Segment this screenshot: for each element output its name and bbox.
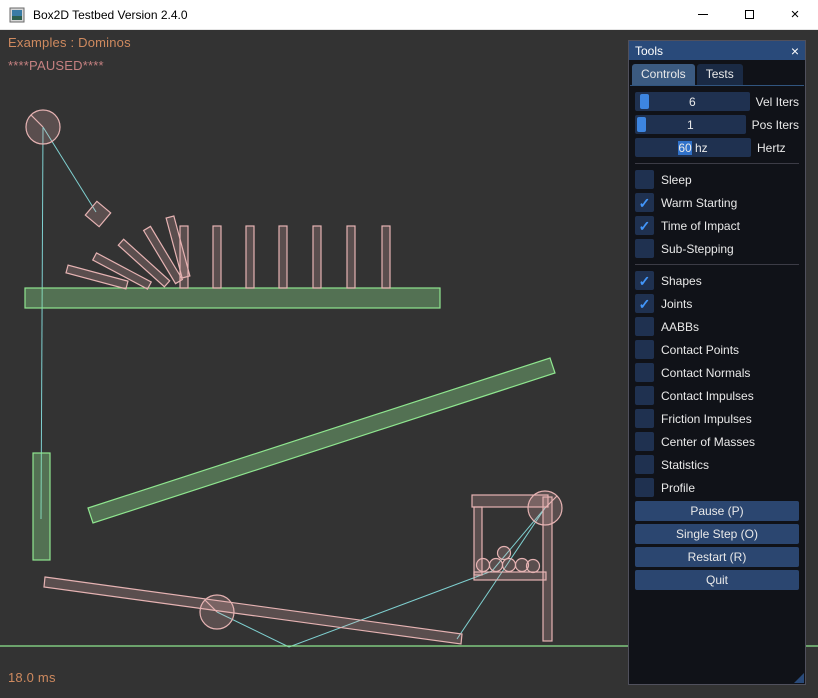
checkbox-row-profile[interactable]: ✓ Profile <box>635 478 799 497</box>
checkbox-row-contact-points[interactable]: ✓ Contact Points <box>635 340 799 359</box>
vel-iters-row: 6 Vel Iters <box>635 92 799 111</box>
checkbox[interactable]: ✓ <box>635 193 654 212</box>
tools-tabbar: Controls Tests <box>630 60 804 86</box>
domino-shelf <box>25 288 440 308</box>
tools-close-icon[interactable]: × <box>791 44 799 58</box>
check-icon: ✓ <box>639 196 651 210</box>
checkbox-row-shapes[interactable]: ✓ Shapes <box>635 271 799 290</box>
frame-shelf <box>474 572 546 580</box>
checkbox[interactable]: ✓ <box>635 432 654 451</box>
pos-iters-value: 1 <box>687 118 694 132</box>
checkbox[interactable]: ✓ <box>635 317 654 336</box>
hanging-box <box>85 201 110 226</box>
tools-titlebar[interactable]: Tools × <box>629 41 805 60</box>
checkbox-row-contact-normals[interactable]: ✓ Contact Normals <box>635 363 799 382</box>
example-label: Examples : Dominos <box>8 35 131 50</box>
checkbox-row-statistics[interactable]: ✓ Statistics <box>635 455 799 474</box>
window-title: Box2D Testbed Version 2.4.0 <box>33 8 188 22</box>
hertz-row: 60 hz Hertz <box>635 138 799 157</box>
app-icon <box>9 7 25 23</box>
tools-window: Tools × Controls Tests 6 Vel Iters 1 Pos… <box>628 40 806 685</box>
check-icon: ✓ <box>639 297 651 311</box>
hertz-selected-text: 60 <box>678 141 691 155</box>
slider-grab[interactable] <box>637 117 646 132</box>
checkbox[interactable]: ✓ <box>635 340 654 359</box>
checkbox[interactable]: ✓ <box>635 216 654 235</box>
maximize-icon <box>745 10 754 19</box>
check-icon: ✓ <box>639 274 651 288</box>
vertical-column <box>33 453 50 560</box>
frame-time-label: 18.0 ms <box>8 670 56 685</box>
checkbox[interactable]: ✓ <box>635 271 654 290</box>
checkbox[interactable]: ✓ <box>635 170 654 189</box>
vel-iters-value: 6 <box>689 95 696 109</box>
hertz-label: Hertz <box>757 141 786 155</box>
tab-tests[interactable]: Tests <box>697 64 743 85</box>
checkbox-row-time-of-impact[interactable]: ✓ Time of Impact <box>635 216 799 235</box>
check-icon: ✓ <box>639 219 651 233</box>
vel-iters-slider[interactable]: 6 <box>635 92 750 111</box>
vel-iters-label: Vel Iters <box>756 95 799 109</box>
pos-iters-label: Pos Iters <box>752 118 799 132</box>
checkbox-row-warm-starting[interactable]: ✓ Warm Starting <box>635 193 799 212</box>
checkbox[interactable]: ✓ <box>635 363 654 382</box>
hertz-input[interactable]: 60 hz <box>635 138 751 157</box>
quit-button[interactable]: Quit <box>635 570 799 590</box>
checkbox-row-joints[interactable]: ✓ Joints <box>635 294 799 313</box>
tab-controls[interactable]: Controls <box>632 64 695 85</box>
checkbox-row-aabbs[interactable]: ✓ AABBs <box>635 317 799 336</box>
minimize-icon <box>698 14 708 15</box>
pause-button[interactable]: Pause (P) <box>635 501 799 521</box>
checkbox[interactable]: ✓ <box>635 455 654 474</box>
close-button[interactable]: × <box>772 0 818 29</box>
pos-iters-row: 1 Pos Iters <box>635 115 799 134</box>
maximize-button[interactable] <box>726 0 772 29</box>
checkbox-row-sub-stepping[interactable]: ✓ Sub-Stepping <box>635 239 799 258</box>
close-icon: × <box>791 7 800 22</box>
window-titlebar[interactable]: Box2D Testbed Version 2.4.0 × <box>0 0 818 30</box>
hertz-suffix: hz <box>692 141 708 155</box>
separator <box>635 163 799 164</box>
single-step-button[interactable]: Single Step (O) <box>635 524 799 544</box>
checkbox-row-contact-impulses[interactable]: ✓ Contact Impulses <box>635 386 799 405</box>
checkbox[interactable]: ✓ <box>635 386 654 405</box>
dynamic-bodies <box>26 110 562 644</box>
checkbox[interactable]: ✓ <box>635 294 654 313</box>
tools-content: 6 Vel Iters 1 Pos Iters 60 hz Hertz ✓ Sl… <box>629 86 805 599</box>
checkbox[interactable]: ✓ <box>635 478 654 497</box>
checkbox[interactable]: ✓ <box>635 409 654 428</box>
resize-grip-icon[interactable] <box>794 673 804 683</box>
checkbox-row-sleep[interactable]: ✓ Sleep <box>635 170 799 189</box>
slider-grab[interactable] <box>640 94 649 109</box>
tools-title: Tools <box>635 44 663 58</box>
paused-label: ****PAUSED**** <box>8 58 104 73</box>
minimize-button[interactable] <box>680 0 726 29</box>
seesaw-plank <box>44 577 462 644</box>
restart-button[interactable]: Restart (R) <box>635 547 799 567</box>
pos-iters-slider[interactable]: 1 <box>635 115 746 134</box>
checkbox-row-friction-impulses[interactable]: ✓ Friction Impulses <box>635 409 799 428</box>
checkbox[interactable]: ✓ <box>635 239 654 258</box>
separator <box>635 264 799 265</box>
checkbox-row-center-of-masses[interactable]: ✓ Center of Masses <box>635 432 799 451</box>
